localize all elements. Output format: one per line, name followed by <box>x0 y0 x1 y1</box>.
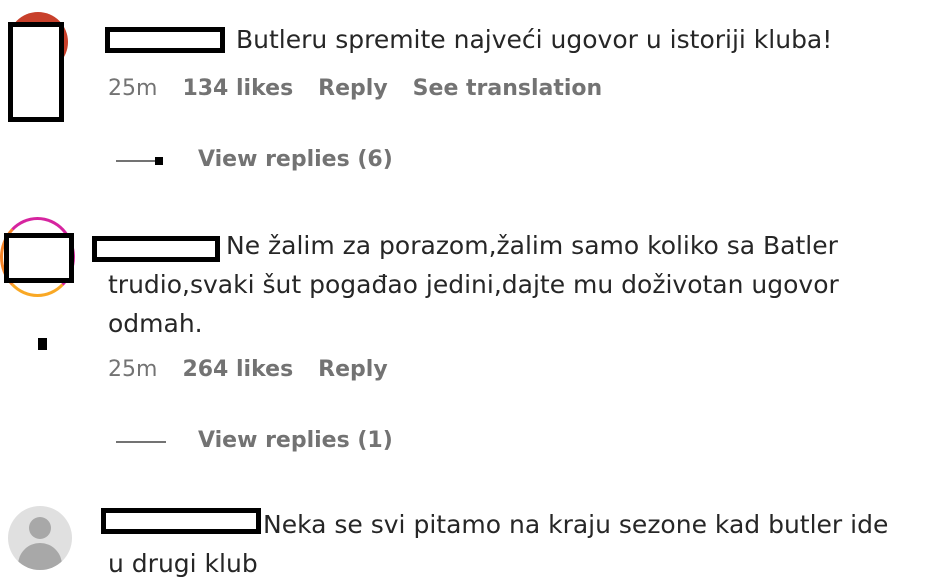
comment-3: Neka se svi pitamo na kraju sezone kad b… <box>0 0 930 578</box>
default-avatar-icon[interactable] <box>8 506 72 570</box>
comment-text: Neka se svi pitamo na kraju sezone kad b… <box>108 510 889 578</box>
